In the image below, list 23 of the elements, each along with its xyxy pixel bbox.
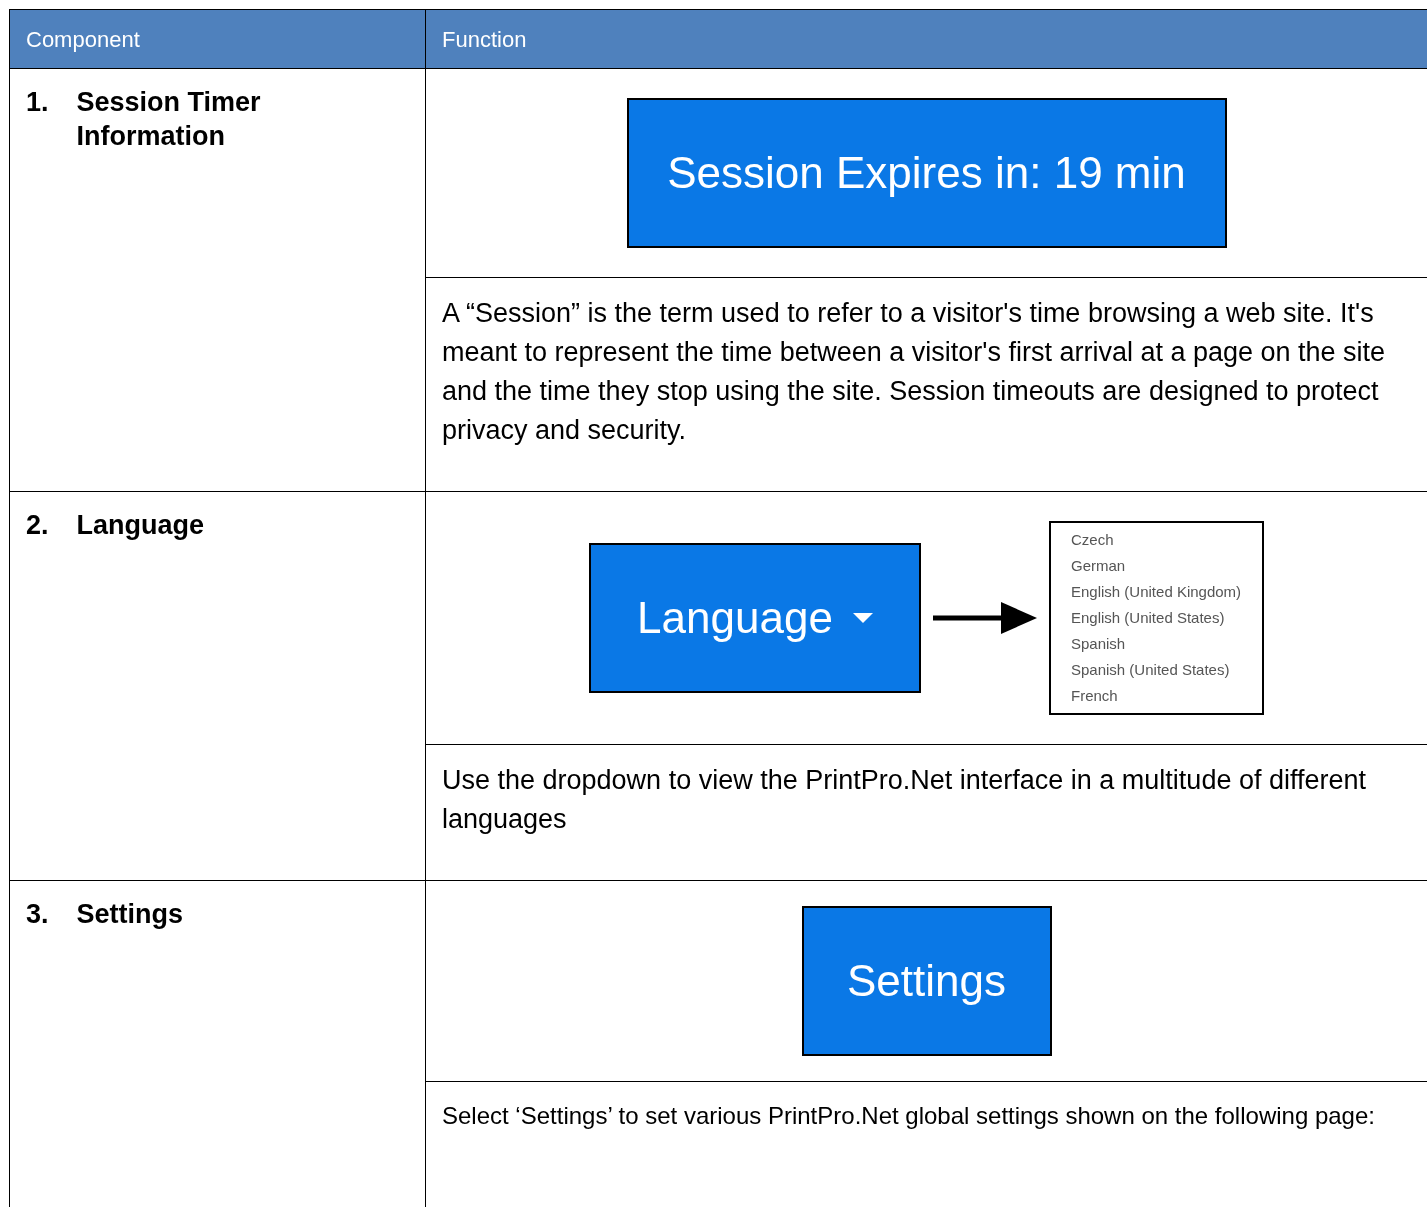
language-option: Spanish [1071, 631, 1262, 657]
description-text: Select ‘Settings’ to set various PrintPro.Net global settings shown on the following page: [442, 1101, 1376, 1131]
column-header: Function [441, 25, 528, 54]
item-number: 2. [26, 509, 49, 542]
item-number: 3. [26, 898, 49, 931]
column-header: Component [10, 10, 426, 68]
description-text: Use the dropdown to view the PrintPro.Net interface in a multitude of different languages [442, 764, 1367, 836]
component-name: Settings [76, 898, 185, 931]
arrow-icon [933, 600, 1037, 636]
description-text: A “Session” is the term used to refer to a visitor's time browsing a web site. It's meant to represent the time between a visitor's first arrival at a page on the site and the time they stop using the site. Session timeouts are designed to protect privacy and security. [442, 297, 1387, 447]
component-name: Language [76, 509, 206, 542]
language-option: German [1071, 553, 1262, 579]
language-option: English (United States) [1071, 605, 1262, 631]
item-number: 1. [26, 86, 49, 119]
button-screenshot: Settings [801, 906, 1052, 1056]
caret-icon [852, 613, 873, 623]
language-option: Czech [1071, 527, 1262, 553]
language-option: French [1071, 683, 1262, 709]
button-screenshot: Session Expires in: 19 min [626, 98, 1227, 248]
component-name: Session Timer Information [76, 86, 262, 153]
language-button-screenshot: Language [589, 543, 921, 693]
language-option: English (United Kingdom) [1071, 579, 1262, 605]
language-option: Spanish (United States) [1071, 657, 1262, 683]
